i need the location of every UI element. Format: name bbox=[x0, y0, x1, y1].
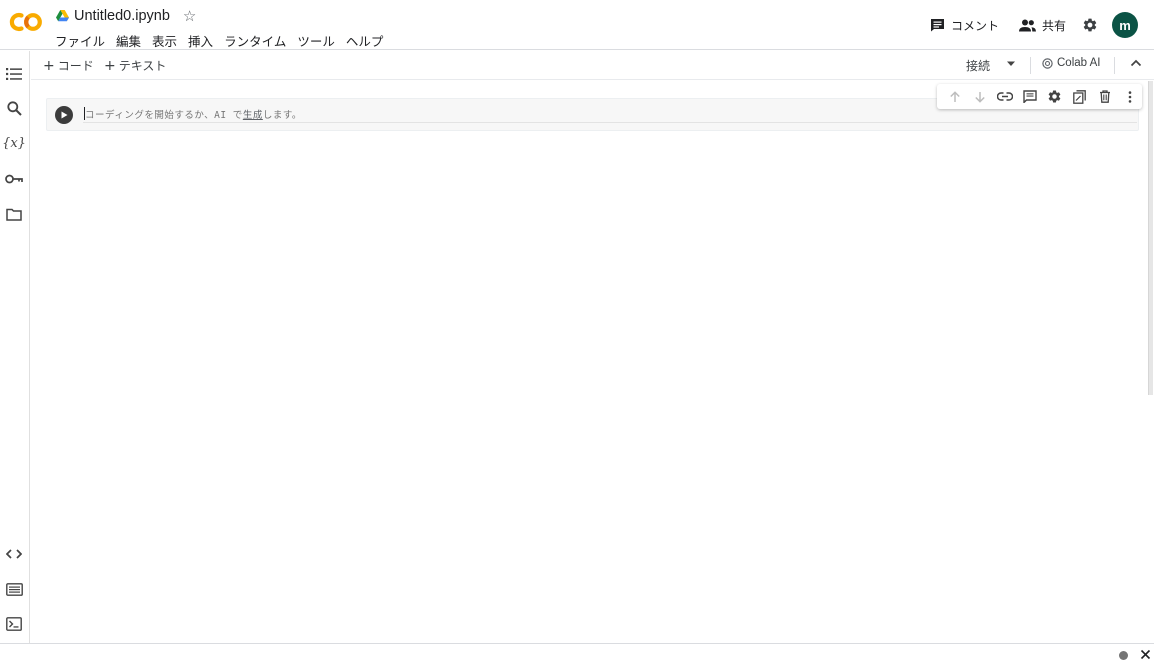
chevron-down-icon[interactable] bbox=[1006, 61, 1016, 67]
comment-icon bbox=[930, 19, 944, 32]
folder-icon[interactable] bbox=[5, 205, 23, 223]
toolbar-divider bbox=[1114, 57, 1115, 74]
connect-button[interactable]: 接続 bbox=[966, 57, 990, 74]
placeholder-text: コーディングを開始するか、AI で bbox=[85, 110, 243, 121]
app-header: Untitled0.ipynb ☆ ファイル 編集 表示 挿入 ランタイム ツー… bbox=[0, 0, 1154, 50]
terminal-icon[interactable] bbox=[5, 615, 23, 633]
command-palette-icon[interactable] bbox=[5, 580, 23, 598]
menu-insert[interactable]: 挿入 bbox=[188, 31, 213, 50]
colab-ai-button[interactable]: Colab AI bbox=[1042, 57, 1100, 69]
avatar[interactable]: m bbox=[1112, 12, 1138, 38]
search-icon[interactable] bbox=[5, 99, 23, 117]
comment-button[interactable]: コメント bbox=[930, 17, 999, 34]
menu-runtime[interactable]: ランタイム bbox=[224, 31, 286, 50]
variables-icon[interactable]: {x} bbox=[2, 134, 26, 152]
title-row: Untitled0.ipynb ☆ bbox=[56, 5, 196, 27]
menu-view[interactable]: 表示 bbox=[152, 31, 177, 50]
comment-label: コメント bbox=[950, 18, 999, 33]
gear-icon[interactable] bbox=[1043, 87, 1068, 107]
arrow-up-icon[interactable] bbox=[943, 87, 968, 107]
toolbar-divider bbox=[1030, 57, 1031, 74]
settings-button[interactable] bbox=[1082, 17, 1098, 33]
generate-link[interactable]: 生成 bbox=[243, 110, 263, 121]
status-indicator[interactable] bbox=[1119, 651, 1128, 660]
colab-logo-icon[interactable] bbox=[9, 11, 43, 33]
play-icon bbox=[61, 111, 68, 119]
menu-help[interactable]: ヘルプ bbox=[346, 31, 384, 50]
colab-ai-label: Colab AI bbox=[1057, 57, 1101, 69]
placeholder-text-end: します。 bbox=[262, 110, 302, 121]
cell-toolbar bbox=[937, 84, 1142, 109]
share-button[interactable]: 共有 bbox=[1018, 17, 1066, 34]
chevron-up-icon[interactable] bbox=[1130, 59, 1142, 67]
google-drive-icon[interactable] bbox=[56, 10, 69, 22]
plus-icon: + bbox=[43, 58, 55, 74]
colab-ai-icon bbox=[1042, 57, 1053, 69]
cell-placeholder: コーディングを開始するか、AI で生成します。 bbox=[85, 107, 302, 121]
comment-icon[interactable] bbox=[1018, 87, 1043, 107]
add-text-button[interactable]: + テキスト bbox=[104, 57, 166, 74]
notebook-title[interactable]: Untitled0.ipynb bbox=[74, 8, 170, 24]
key-icon[interactable] bbox=[5, 170, 23, 188]
arrow-down-icon[interactable] bbox=[968, 87, 993, 107]
share-label: 共有 bbox=[1041, 18, 1066, 33]
status-bar bbox=[0, 643, 1154, 666]
mirror-cell-icon[interactable] bbox=[1067, 87, 1092, 107]
left-rail: {x} bbox=[0, 51, 30, 643]
more-vert-icon[interactable] bbox=[1117, 87, 1142, 107]
link-icon[interactable] bbox=[993, 87, 1018, 107]
add-code-label: コード bbox=[57, 59, 94, 73]
header-actions: コメント 共有 m bbox=[930, 11, 1138, 39]
code-icon[interactable] bbox=[5, 545, 23, 563]
scrollbar-thumb[interactable] bbox=[1148, 81, 1153, 395]
menu-file[interactable]: ファイル bbox=[55, 31, 105, 50]
trash-icon[interactable] bbox=[1092, 87, 1117, 107]
menu-edit[interactable]: 編集 bbox=[116, 31, 141, 50]
menu-tools[interactable]: ツール bbox=[297, 31, 335, 50]
toc-icon[interactable] bbox=[5, 65, 23, 83]
gear-icon bbox=[1083, 18, 1097, 32]
close-icon[interactable] bbox=[1140, 649, 1151, 660]
run-cell-button[interactable] bbox=[55, 106, 73, 124]
people-icon bbox=[1018, 19, 1036, 31]
notebook-toolbar: + コード + テキスト 接続 Colab AI bbox=[31, 51, 1154, 80]
menu-bar: ファイル 編集 表示 挿入 ランタイム ツール ヘルプ bbox=[55, 31, 394, 50]
star-icon[interactable]: ☆ bbox=[183, 8, 196, 24]
add-text-label: テキスト bbox=[118, 59, 167, 73]
add-code-button[interactable]: + コード bbox=[43, 57, 94, 74]
plus-icon: + bbox=[104, 58, 116, 74]
